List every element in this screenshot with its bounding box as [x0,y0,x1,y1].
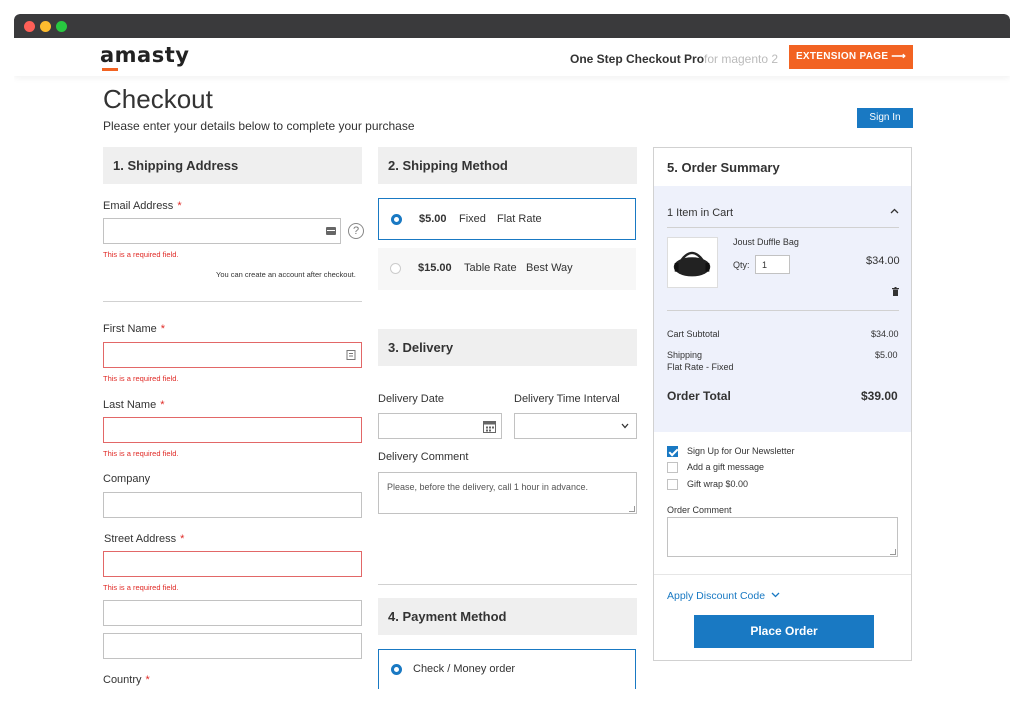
item-name[interactable]: Joust Duffle Bag [733,237,799,247]
country-label: Country * [103,674,150,686]
radio-selected[interactable] [391,214,402,225]
site-header: amasty One Step Checkout Pro for magento… [14,38,1010,76]
first-name-error: This is a required field. [103,374,179,383]
qty-label: Qty: [733,260,750,270]
order-comment-field[interactable] [667,517,898,557]
first-name-field[interactable] [103,342,362,368]
resize-handle[interactable] [629,506,635,512]
last-name-error: This is a required field. [103,449,179,458]
order-summary: 5. Order Summary 1 Item in Cart Joust Du… [653,147,912,661]
company-label: Company [103,473,151,485]
qty-input[interactable]: 1 [755,255,790,274]
cart-subtotal-value: $34.00 [871,329,899,339]
sign-in-button[interactable]: Sign In [857,108,913,128]
order-total-value: $39.00 [861,389,898,403]
resize-handle[interactable] [890,549,896,555]
maximize-window-button[interactable] [56,21,67,32]
product-name: One Step Checkout Pro [570,52,705,66]
shipping-carrier: Best Way [526,262,573,274]
email-field[interactable] [103,218,341,244]
street-error: This is a required field. [103,583,179,592]
divider [378,584,637,585]
apply-discount-link[interactable]: Apply Discount Code [667,590,765,602]
logo-underline [102,68,118,71]
shipping-value: $5.00 [875,350,898,360]
order-summary-heading: 5. Order Summary [667,160,780,175]
shipping-price: $5.00 [419,213,447,225]
street-line-2-field[interactable] [103,600,362,626]
extension-page-button[interactable]: EXTENSION PAGE ⟶ [789,45,913,69]
shipping-label: Shipping [667,350,703,360]
shipping-option-flat-rate[interactable]: $5.00 Fixed Flat Rate [378,198,636,240]
divider [667,227,899,228]
shipping-method-name: Table Rate [464,262,517,274]
gift-wrap-checkbox[interactable] [667,479,678,490]
contact-card-icon [346,350,356,360]
divider [103,301,362,302]
close-window-button[interactable] [24,21,35,32]
delivery-date-label: Delivery Date [378,393,445,405]
newsletter-checkbox[interactable] [667,446,678,457]
product-thumbnail[interactable] [667,237,718,288]
chevron-down-icon[interactable] [771,592,780,598]
order-total-label: Order Total [667,389,731,403]
place-order-button[interactable]: Place Order [694,615,874,648]
street-label: Street Address * [104,533,185,545]
first-name-label: First Name * [103,323,166,335]
delivery-time-label: Delivery Time Interval [514,393,620,405]
amasty-logo[interactable]: amasty [100,43,189,67]
shipping-carrier: Flat Rate [497,213,542,225]
browser-window: amasty One Step Checkout Pro for magento… [14,14,1010,694]
page-subtitle: Please enter your details below to compl… [103,119,415,133]
last-name-label: Last Name * [103,399,165,411]
calendar-icon[interactable] [483,420,496,433]
summary-panel: 1 Item in Cart Joust Duffle Bag Qty: 1 $… [654,186,911,432]
radio-selected[interactable] [391,664,402,675]
shipping-method-name: Fixed [459,213,486,225]
order-comment-label: Order Comment [667,505,732,515]
platform-label: for magento 2 [704,52,779,66]
autofill-icon [326,227,336,235]
window-titlebar [14,14,1010,38]
payment-option-label: Check / Money order [413,663,516,675]
gift-message-label: Add a gift message [687,462,765,472]
gift-wrap-label: Gift wrap $0.00 [687,479,749,489]
email-label: Email Address * [103,200,182,212]
item-price: $34.00 [866,255,900,267]
email-error: This is a required field. [103,250,179,259]
last-name-field[interactable] [103,417,362,443]
newsletter-label: Sign Up for Our Newsletter [687,446,795,456]
gift-message-checkbox[interactable] [667,462,678,473]
radio-unselected[interactable] [390,263,401,274]
delivery-date-field[interactable] [378,413,502,439]
payment-method-heading: 4. Payment Method [378,598,637,635]
chevron-up-icon[interactable] [890,208,899,214]
delivery-comment-field[interactable]: Please, before the delivery, call 1 hour… [378,472,637,514]
cart-subtotal-label: Cart Subtotal [667,329,720,339]
account-hint: You can create an account after checkout… [216,270,356,279]
shipping-method-heading: 2. Shipping Method [378,147,637,184]
divider [654,574,911,575]
divider [667,310,899,311]
shipping-option-table-rate[interactable]: $15.00 Table Rate Best Way [378,248,636,290]
shipping-price: $15.00 [418,262,452,274]
delivery-heading: 3. Delivery [378,329,637,366]
items-in-cart[interactable]: 1 Item in Cart [667,207,733,219]
company-field[interactable] [103,492,362,518]
duffle-bag-icon [673,251,711,277]
shipping-method-summary: Flat Rate - Fixed [667,362,734,372]
page-title: Checkout [103,84,213,114]
payment-option-check[interactable]: Check / Money order [378,649,636,689]
minimize-window-button[interactable] [40,21,51,32]
street-line-3-field[interactable] [103,633,362,659]
chevron-down-icon [621,423,629,429]
help-icon[interactable]: ? [348,223,364,239]
shipping-address-heading: 1. Shipping Address [103,147,362,184]
delivery-time-select[interactable] [514,413,637,439]
trash-icon[interactable] [892,287,899,296]
delivery-comment-placeholder: Please, before the delivery, call 1 hour… [387,482,588,492]
street-line-1-field[interactable] [103,551,362,577]
delivery-comment-label: Delivery Comment [378,451,469,463]
